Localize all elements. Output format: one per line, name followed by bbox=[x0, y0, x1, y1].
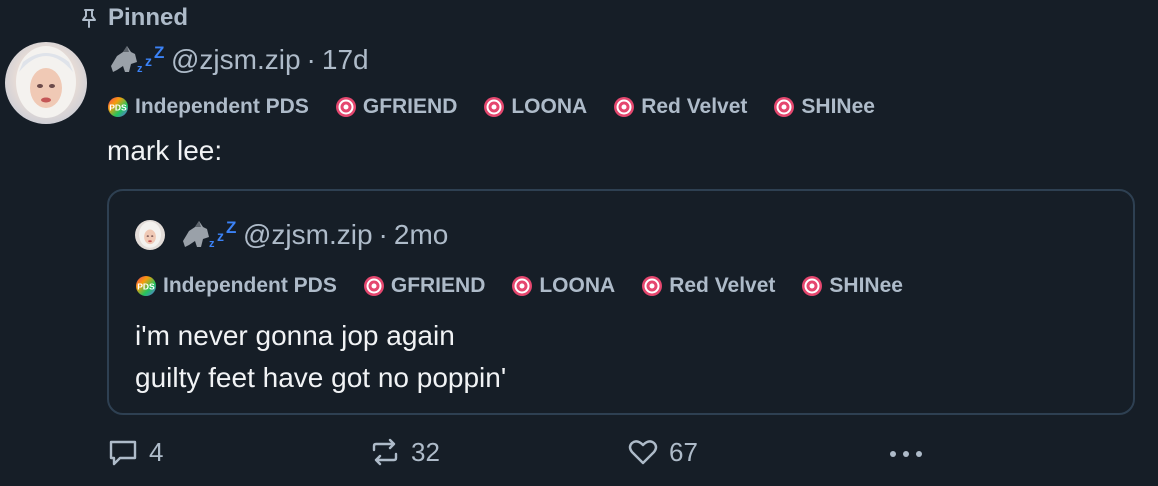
svg-text:PDS: PDS bbox=[137, 282, 155, 292]
heart-icon bbox=[627, 436, 659, 468]
svg-text:z: z bbox=[137, 63, 143, 75]
svg-text:Z: Z bbox=[226, 218, 236, 237]
label-text: Independent PDS bbox=[163, 274, 337, 297]
label-shinee[interactable]: SHINee bbox=[801, 274, 903, 298]
svg-text:z: z bbox=[209, 238, 215, 250]
more-options-button[interactable] bbox=[887, 436, 927, 468]
pin-icon bbox=[78, 7, 100, 29]
pds-icon: PDS bbox=[107, 96, 129, 118]
label-check-icon bbox=[773, 96, 795, 118]
label-gfriend[interactable]: GFRIEND bbox=[363, 274, 486, 298]
label-gfriend[interactable]: GFRIEND bbox=[335, 95, 458, 119]
pds-icon: PDS bbox=[135, 275, 157, 297]
more-icon bbox=[887, 436, 927, 468]
label-independent-pds[interactable]: PDS Independent PDS bbox=[135, 274, 337, 298]
label-text: Red Velvet bbox=[641, 95, 748, 118]
label-check-icon bbox=[335, 96, 357, 118]
label-text: LOONA bbox=[539, 274, 616, 297]
label-shinee[interactable]: SHINee bbox=[773, 95, 875, 119]
reply-icon bbox=[107, 436, 139, 468]
label-check-icon bbox=[483, 96, 505, 118]
time-separator: · bbox=[378, 219, 388, 250]
label-loona[interactable]: LOONA bbox=[511, 274, 615, 298]
repost-count: 32 bbox=[411, 436, 440, 467]
pinned-label: Pinned bbox=[108, 4, 189, 31]
display-name-emoji-icon: z z Z bbox=[179, 217, 237, 253]
label-check-icon bbox=[641, 275, 663, 297]
label-loona[interactable]: LOONA bbox=[483, 95, 587, 119]
post-timestamp[interactable]: 17d bbox=[322, 44, 369, 76]
label-text: SHINee bbox=[801, 95, 875, 118]
label-check-icon bbox=[801, 275, 823, 297]
repost-icon bbox=[369, 436, 401, 468]
quoted-text-line-2: guilty feet have got no poppin' bbox=[135, 362, 507, 393]
svg-text:z: z bbox=[217, 228, 224, 244]
quoted-text-line-1: i'm never gonna jop again bbox=[135, 320, 455, 351]
post-labels: PDS Independent PDS GFRIEND LOONA Red Ve… bbox=[107, 94, 901, 120]
label-check-icon bbox=[613, 96, 635, 118]
label-text: GFRIEND bbox=[362, 95, 458, 118]
repost-button[interactable]: 32 bbox=[369, 436, 440, 468]
like-count: 67 bbox=[669, 436, 698, 467]
author-handle[interactable]: @zjsm.zip bbox=[171, 44, 301, 76]
reply-button[interactable]: 4 bbox=[107, 436, 163, 468]
quoted-post-text: i'm never gonna jop again guilty feet ha… bbox=[135, 315, 506, 399]
svg-text:Z: Z bbox=[154, 43, 164, 62]
label-check-icon bbox=[363, 275, 385, 297]
display-name-emoji-icon: z z Z bbox=[107, 42, 165, 78]
quoted-timestamp[interactable]: 2mo bbox=[394, 219, 448, 251]
quoted-post-header: z z Z @zjsm.zip · 2mo bbox=[135, 215, 448, 255]
svg-text:z: z bbox=[145, 53, 152, 69]
label-independent-pds[interactable]: PDS Independent PDS bbox=[107, 95, 309, 119]
label-text: LOONA bbox=[511, 95, 588, 118]
quoted-post-card[interactable]: z z Z @zjsm.zip · 2mo PDS Independent PD… bbox=[107, 189, 1135, 415]
post-actions: 4 32 67 bbox=[107, 436, 1127, 476]
post-text: mark lee: bbox=[107, 135, 223, 166]
label-text: Red Velvet bbox=[669, 274, 776, 297]
time-separator: · bbox=[306, 44, 316, 75]
pinned-indicator: Pinned bbox=[78, 4, 188, 32]
svg-text:PDS: PDS bbox=[109, 103, 127, 113]
quoted-author-handle[interactable]: @zjsm.zip bbox=[243, 219, 373, 251]
label-red-velvet[interactable]: Red Velvet bbox=[641, 274, 775, 298]
label-text: SHINee bbox=[829, 274, 903, 297]
label-text: Independent PDS bbox=[135, 95, 309, 118]
label-red-velvet[interactable]: Red Velvet bbox=[613, 95, 747, 119]
reply-count: 4 bbox=[149, 436, 164, 467]
label-check-icon bbox=[511, 275, 533, 297]
quoted-avatar bbox=[135, 220, 165, 250]
quoted-labels: PDS Independent PDS GFRIEND LOONA Red Ve… bbox=[135, 273, 929, 299]
avatar[interactable] bbox=[5, 42, 87, 124]
post-header: z z Z @zjsm.zip · 17d bbox=[107, 40, 369, 80]
like-button[interactable]: 67 bbox=[627, 436, 698, 468]
label-text: GFRIEND bbox=[390, 274, 486, 297]
